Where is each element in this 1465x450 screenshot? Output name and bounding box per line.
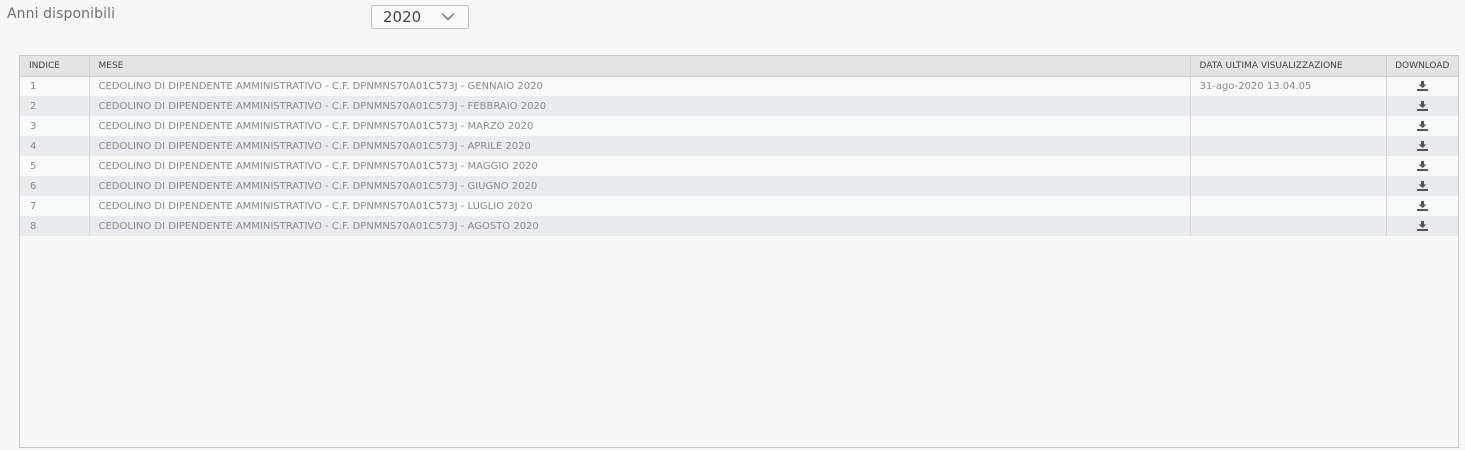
row-download <box>1386 156 1458 176</box>
download-icon[interactable] <box>1416 80 1428 91</box>
row-last-view <box>1190 116 1387 136</box>
row-month: CEDOLINO DI DIPENDENTE AMMINISTRATIVO - … <box>89 136 1191 156</box>
row-index: 4 <box>20 136 90 156</box>
row-month: CEDOLINO DI DIPENDENTE AMMINISTRATIVO - … <box>89 116 1191 136</box>
row-month: CEDOLINO DI DIPENDENTE AMMINISTRATIVO - … <box>89 196 1191 216</box>
row-index: 1 <box>20 76 90 96</box>
download-icon[interactable] <box>1416 180 1428 191</box>
row-month: CEDOLINO DI DIPENDENTE AMMINISTRATIVO - … <box>89 216 1191 236</box>
row-download <box>1386 176 1458 196</box>
download-icon[interactable] <box>1416 160 1428 171</box>
row-download <box>1386 116 1458 136</box>
download-icon[interactable] <box>1416 220 1428 231</box>
column-header-download[interactable]: DOWNLOAD <box>1386 56 1458 77</box>
row-last-view <box>1190 216 1387 236</box>
row-download <box>1386 136 1458 156</box>
table-row[interactable]: 6 CEDOLINO DI DIPENDENTE AMMINISTRATIVO -… <box>20 176 1458 196</box>
row-last-view <box>1190 156 1387 176</box>
row-index: 2 <box>20 96 90 116</box>
table-row[interactable]: 3 CEDOLINO DI DIPENDENTE AMMINISTRATIVO -… <box>20 116 1458 136</box>
row-month: CEDOLINO DI DIPENDENTE AMMINISTRATIVO - … <box>89 156 1191 176</box>
row-month: CEDOLINO DI DIPENDENTE AMMINISTRATIVO - … <box>89 76 1191 96</box>
row-download <box>1386 196 1458 216</box>
payslip-table-container: INDICE MESE DATA ULTIMA VISUALIZZAZIONE … <box>19 55 1459 448</box>
table-row[interactable]: 4 CEDOLINO DI DIPENDENTE AMMINISTRATIVO -… <box>20 136 1458 156</box>
row-index: 6 <box>20 176 90 196</box>
table-row[interactable]: 5 CEDOLINO DI DIPENDENTE AMMINISTRATIVO -… <box>20 156 1458 176</box>
row-month: CEDOLINO DI DIPENDENTE AMMINISTRATIVO - … <box>89 176 1191 196</box>
row-download <box>1386 216 1458 236</box>
row-last-view: 31-ago-2020 13.04.05 <box>1190 76 1387 96</box>
download-icon[interactable] <box>1416 120 1428 131</box>
table-header-row: INDICE MESE DATA ULTIMA VISUALIZZAZIONE … <box>20 56 1458 77</box>
column-header-mese[interactable]: MESE <box>89 56 1191 77</box>
row-download <box>1386 96 1458 116</box>
table-row[interactable]: 7 CEDOLINO DI DIPENDENTE AMMINISTRATIVO -… <box>20 196 1458 216</box>
row-index: 7 <box>20 196 90 216</box>
row-last-view <box>1190 196 1387 216</box>
payslip-table: INDICE MESE DATA ULTIMA VISUALIZZAZIONE … <box>20 56 1458 236</box>
row-index: 3 <box>20 116 90 136</box>
download-icon[interactable] <box>1416 140 1428 151</box>
year-select[interactable]: 2020 <box>371 5 469 29</box>
download-icon[interactable] <box>1416 100 1428 111</box>
row-last-view <box>1190 176 1387 196</box>
download-icon[interactable] <box>1416 200 1428 211</box>
table-row[interactable]: 8 CEDOLINO DI DIPENDENTE AMMINISTRATIVO -… <box>20 216 1458 236</box>
row-month: CEDOLINO DI DIPENDENTE AMMINISTRATIVO - … <box>89 96 1191 116</box>
row-last-view <box>1190 96 1387 116</box>
chevron-down-icon <box>441 13 455 21</box>
column-header-indice[interactable]: INDICE <box>20 56 90 77</box>
row-index: 8 <box>20 216 90 236</box>
table-row[interactable]: 2 CEDOLINO DI DIPENDENTE AMMINISTRATIVO -… <box>20 96 1458 116</box>
year-select-value: 2020 <box>383 8 422 26</box>
row-index: 5 <box>20 156 90 176</box>
table-row[interactable]: 1 CEDOLINO DI DIPENDENTE AMMINISTRATIVO -… <box>20 76 1458 96</box>
table-body: 1 CEDOLINO DI DIPENDENTE AMMINISTRATIVO -… <box>20 76 1458 236</box>
column-header-data-visualizzazione[interactable]: DATA ULTIMA VISUALIZZAZIONE <box>1190 56 1387 77</box>
row-last-view <box>1190 136 1387 156</box>
row-download <box>1386 76 1458 96</box>
year-filter-label: Anni disponibili <box>7 6 116 22</box>
